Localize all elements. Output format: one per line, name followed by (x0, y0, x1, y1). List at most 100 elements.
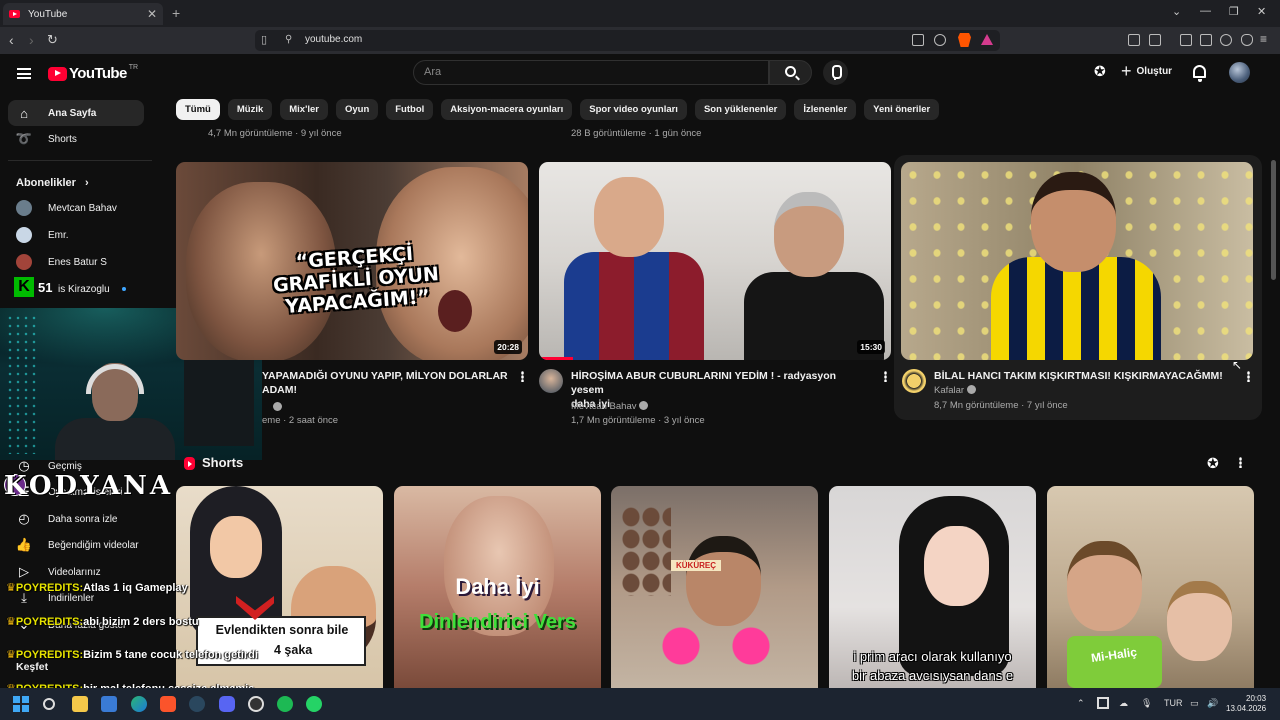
sidebar-channel[interactable]: Mevtcan Bahav (8, 195, 144, 221)
tray-mic-icon[interactable]: 🎙 (1141, 698, 1152, 709)
chip[interactable]: Futbol (386, 99, 434, 120)
search-input[interactable] (424, 66, 724, 78)
sidebar-item-watch-later[interactable]: ◴ Daha sonra izle (8, 506, 144, 532)
youtube-logo[interactable]: YouTube TR (48, 64, 138, 82)
system-clock[interactable]: 20:03 13.04.2026 (1226, 694, 1266, 714)
sidebar-item-label: Beğendiğim videolar (48, 539, 139, 551)
close-window-icon[interactable]: ✕ (1257, 5, 1266, 18)
chat-text: abi bizim 2 ders bostu (83, 616, 199, 628)
sidebar-channel[interactable]: Enes Batur S (8, 249, 144, 275)
leo-icon[interactable] (1200, 34, 1212, 46)
cast-to-tv-icon[interactable]: ✪ (1094, 63, 1106, 80)
short-face (686, 536, 761, 626)
channel-avatar (16, 254, 32, 270)
sidebar-item-label: İndirilenler (48, 592, 95, 604)
tray-overflow-icon[interactable]: ⌃ (1077, 698, 1085, 709)
video-title[interactable]: BİLAL HANCI TAKIM KIŞKIRTMASI! KIŞKIRMAY… (934, 369, 1234, 383)
whatsapp-icon[interactable] (306, 696, 322, 712)
short-thumbnail[interactable]: Mi-Haliç (1047, 486, 1254, 688)
channel-name[interactable]: Kafalar (934, 385, 977, 396)
share-icon[interactable] (934, 34, 946, 46)
video-thumbnail[interactable]: “GERÇEKÇİ GRAFİKLİ OYUN YAPACAĞIM!” 20:2… (176, 162, 528, 360)
brave-icon[interactable] (160, 696, 176, 712)
channel-avatar[interactable] (539, 369, 563, 393)
shield-icon[interactable] (1241, 34, 1253, 46)
site-info-icon[interactable]: ⚲ (285, 34, 292, 45)
chip[interactable]: Yeni öneriler (864, 99, 940, 120)
bookmark-icon[interactable]: ▯ (261, 33, 267, 46)
search-button[interactable] (769, 60, 812, 85)
chip-all[interactable]: Tümü (176, 99, 220, 120)
sidebar-channel[interactable]: is Kirazoglu (58, 276, 148, 302)
sidebar-channel[interactable]: Emr. (8, 222, 144, 248)
shorts-more-icon[interactable] (1239, 457, 1242, 468)
video-thumbnail[interactable] (901, 162, 1253, 360)
sidebar-item-liked[interactable]: 👍 Beğendiğim videolar (8, 532, 144, 558)
chip[interactable]: Mix'ler (280, 99, 328, 120)
video-title[interactable]: YAPAMADIĞI OYUNU YAPIP, MİLYON DOLARLAR … (262, 369, 512, 397)
brave-rewards-icon[interactable] (981, 34, 993, 45)
chat-text: Atlas 1 iq Gameplay (83, 582, 188, 594)
chip[interactable]: Son yüklenenler (694, 99, 787, 120)
channel-avatar (16, 200, 32, 216)
sidebar-item-label: Geçmiş (48, 460, 82, 472)
voice-search-icon[interactable] (823, 60, 848, 85)
chip[interactable]: İzlenenler (794, 99, 857, 120)
subscriptions-heading[interactable]: Abonelikler › (16, 177, 89, 189)
short-thumbnail[interactable]: KÜKÜREÇ (611, 486, 818, 688)
chip[interactable]: Spor video oyunları (580, 99, 687, 120)
channel-name[interactable]: Mevtcan Bahav (571, 401, 649, 412)
sidebar-icon[interactable] (1180, 34, 1192, 46)
sidebar-item-home[interactable]: ⌂ Ana Sayfa (8, 100, 144, 126)
page-scrollbar[interactable] (1271, 160, 1276, 280)
wallet-icon[interactable] (1149, 34, 1161, 46)
tab-list-icon[interactable]: ⌄ (1172, 5, 1181, 18)
kick-badge: K 51 (14, 277, 52, 297)
chip[interactable]: Müzik (227, 99, 273, 120)
windows-start-icon[interactable] (13, 696, 29, 712)
store-icon[interactable] (101, 696, 117, 712)
extensions-icon[interactable] (1128, 34, 1140, 46)
sidebar-item-shorts[interactable]: ➰ Shorts (8, 126, 144, 152)
tray-app-icon[interactable] (1097, 697, 1109, 709)
reload-icon[interactable]: ↻ (47, 32, 58, 48)
video-thumbnail[interactable]: 15:30 (539, 162, 891, 360)
edge-icon[interactable] (131, 696, 147, 712)
chip[interactable]: Oyun (335, 99, 379, 120)
hamburger-menu-icon[interactable] (17, 68, 31, 79)
cast-icon[interactable] (912, 34, 924, 46)
chip[interactable]: Aksiyon-macera oyunları (441, 99, 573, 120)
short-thumbnail[interactable]: i prim aracı olarak kullanıyo bir abaza … (829, 486, 1036, 688)
browser-tab[interactable]: YouTube ✕ (3, 3, 163, 25)
more-actions-icon[interactable] (1247, 371, 1250, 382)
tray-cloud-icon[interactable]: ☁ (1119, 698, 1128, 709)
volume-icon[interactable]: 🔊 (1207, 698, 1218, 709)
spotify-icon[interactable] (277, 696, 293, 712)
maximize-icon[interactable]: ❐ (1229, 5, 1239, 18)
file-explorer-icon[interactable] (72, 696, 88, 712)
steam-icon[interactable] (189, 696, 205, 712)
back-icon[interactable]: ‹ (9, 32, 14, 48)
short-thumbnail[interactable]: Daha İyi Dinlendirici Vers (394, 486, 601, 688)
account-avatar[interactable] (1229, 62, 1250, 83)
new-tab-icon[interactable]: + (172, 5, 180, 21)
shorts-settings-icon[interactable]: ✪ (1207, 455, 1219, 472)
notifications-bell-icon[interactable] (1193, 65, 1206, 82)
obs-icon[interactable] (248, 696, 264, 712)
taskbar-search-icon[interactable] (43, 698, 55, 710)
video-icon: ▷ (19, 564, 29, 579)
create-button[interactable]: + Oluştur (1121, 62, 1172, 80)
channel-avatar[interactable] (902, 369, 926, 393)
forward-icon[interactable]: › (29, 32, 34, 48)
menu-icon[interactable]: ≡ (1260, 32, 1267, 46)
discord-icon[interactable] (219, 696, 235, 712)
more-actions-icon[interactable] (884, 371, 887, 382)
address-bar[interactable]: ▯ ⚲ youtube.com (255, 30, 1000, 51)
close-tab-icon[interactable]: ✕ (147, 7, 157, 21)
more-actions-icon[interactable] (521, 371, 524, 382)
vpn-icon[interactable] (1220, 34, 1232, 46)
thumbnail-text: “GERÇEKÇİ GRAFİKLİ OYUN YAPACAĞIM!” (272, 242, 440, 318)
network-icon[interactable]: ▭ (1190, 698, 1199, 709)
language-indicator[interactable]: TUR (1164, 698, 1183, 708)
minimize-icon[interactable]: — (1200, 5, 1211, 17)
